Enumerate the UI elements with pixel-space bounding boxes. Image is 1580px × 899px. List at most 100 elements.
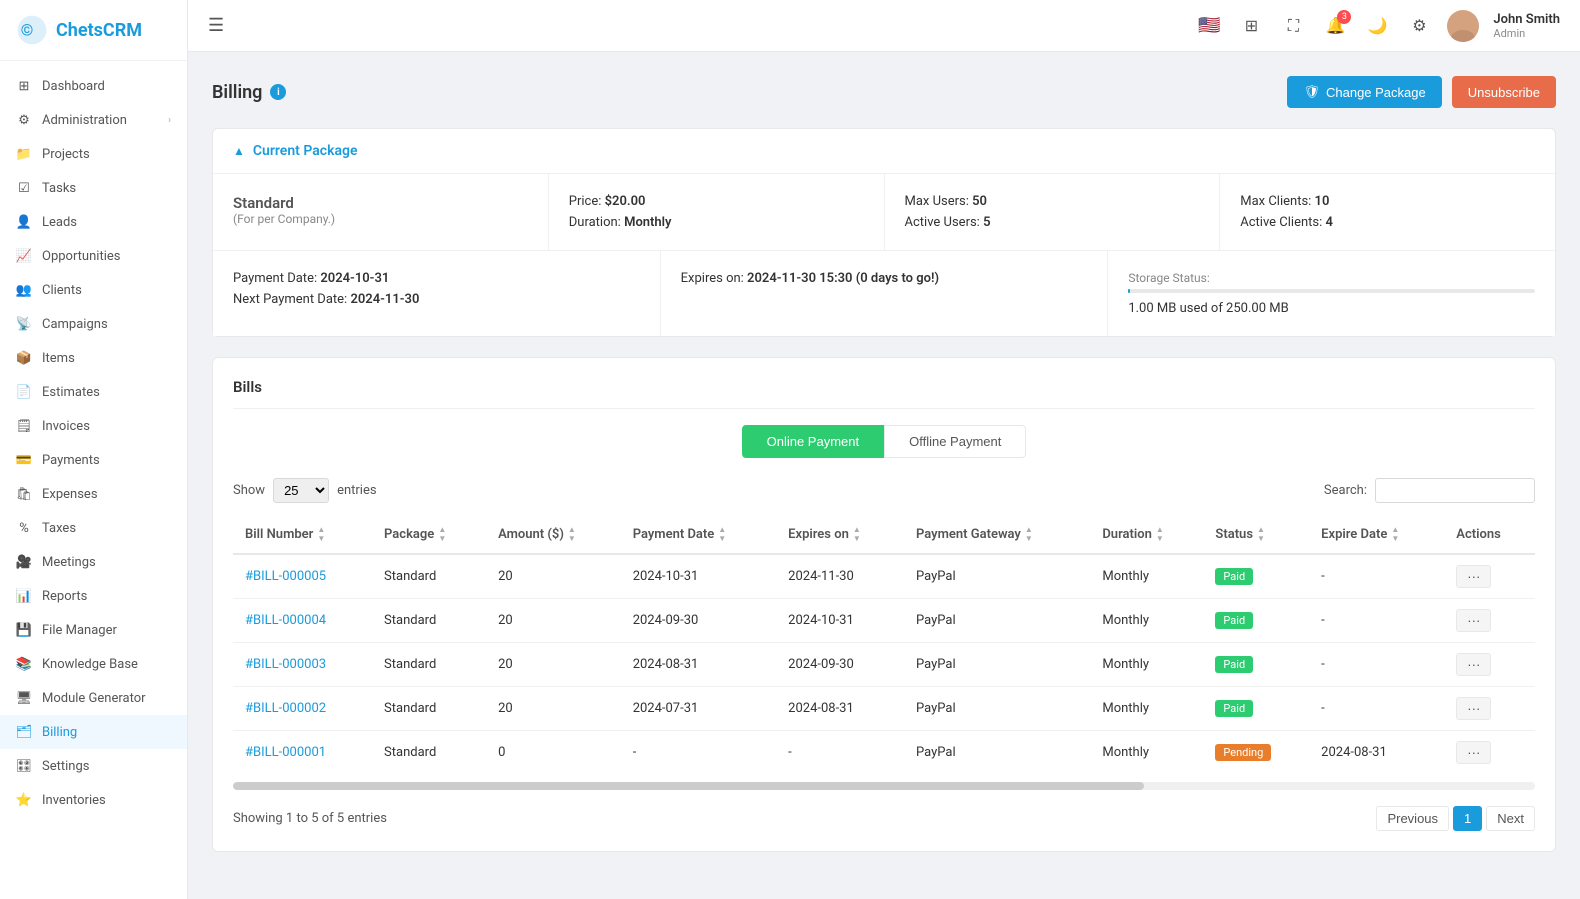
table-header: Bill Number▲▼ Package▲▼ Amount ($)▲▼ Pay… bbox=[233, 515, 1535, 554]
bill-link[interactable]: #BILL-000004 bbox=[245, 613, 326, 628]
cell-bill-number: #BILL-000002 bbox=[233, 687, 372, 731]
campaigns-icon: 📡 bbox=[16, 316, 32, 332]
cell-status: Paid bbox=[1203, 643, 1309, 687]
sidebar-item-payments[interactable]: 💳 Payments bbox=[0, 443, 187, 477]
sidebar-item-leads[interactable]: 👤 Leads bbox=[0, 205, 187, 239]
sidebar-item-taxes[interactable]: % Taxes bbox=[0, 511, 187, 545]
sidebar-item-dashboard[interactable]: ⊞ Dashboard bbox=[0, 69, 187, 103]
unsubscribe-button[interactable]: Unsubscribe bbox=[1452, 76, 1556, 108]
page-header: Billing i 🛡 Change Package Unsubscribe bbox=[212, 76, 1556, 108]
offline-payment-tab[interactable]: Offline Payment bbox=[884, 425, 1026, 458]
sidebar-item-invoices[interactable]: 🗒 Invoices bbox=[0, 409, 187, 443]
active-clients-num: 4 bbox=[1325, 215, 1332, 230]
cell-duration: Monthly bbox=[1090, 599, 1203, 643]
page-1-button[interactable]: 1 bbox=[1453, 806, 1482, 831]
header-left: ☰ bbox=[208, 15, 1183, 36]
cell-expires-on: 2024-10-31 bbox=[776, 599, 904, 643]
cell-payment-date: 2024-10-31 bbox=[621, 554, 776, 599]
entries-select[interactable]: 25 50 100 bbox=[273, 478, 329, 503]
sidebar-item-reports[interactable]: 📊 Reports bbox=[0, 579, 187, 613]
sidebar-label-tasks: Tasks bbox=[42, 181, 171, 196]
col-package: Package▲▼ bbox=[372, 515, 486, 554]
sidebar-item-projects[interactable]: 📁 Projects bbox=[0, 137, 187, 171]
active-users-value: Active Users: 5 bbox=[905, 215, 1200, 230]
col-amount: Amount ($)▲▼ bbox=[486, 515, 621, 554]
sidebar-item-items[interactable]: 📦 Items bbox=[0, 341, 187, 375]
sidebar-item-knowledge-base[interactable]: 📚 Knowledge Base bbox=[0, 647, 187, 681]
payment-date-cell: Payment Date: 2024-10-31 Next Payment Da… bbox=[213, 251, 660, 336]
notification-icon[interactable]: 🔔 3 bbox=[1321, 12, 1349, 40]
sidebar-item-estimates[interactable]: 📄 Estimates bbox=[0, 375, 187, 409]
bill-link[interactable]: #BILL-000005 bbox=[245, 569, 326, 584]
clients-cell: Max Clients: 10 Active Clients: 4 bbox=[1220, 174, 1555, 250]
table-row: #BILL-000003 Standard 20 2024-08-31 2024… bbox=[233, 643, 1535, 687]
items-icon: 📦 bbox=[16, 350, 32, 366]
table-footer: Showing 1 to 5 of 5 entries Previous 1 N… bbox=[233, 806, 1535, 831]
inventories-icon: ⭐ bbox=[16, 792, 32, 808]
sidebar-nav: ⊞ Dashboard ⚙ Administration › 📁 Project… bbox=[0, 61, 187, 899]
sidebar-item-administration[interactable]: ⚙ Administration › bbox=[0, 103, 187, 137]
showing-text: Showing 1 to 5 of 5 entries bbox=[233, 811, 387, 826]
cell-actions: ··· bbox=[1444, 643, 1535, 687]
search-input[interactable] bbox=[1375, 478, 1535, 503]
storage-bar bbox=[1128, 289, 1535, 293]
scroll-thumb bbox=[233, 782, 1144, 790]
table-row: #BILL-000004 Standard 20 2024-09-30 2024… bbox=[233, 599, 1535, 643]
change-package-label: Change Package bbox=[1326, 85, 1426, 100]
cell-package: Standard bbox=[372, 599, 486, 643]
sidebar-label-meetings: Meetings bbox=[42, 555, 171, 570]
action-button[interactable]: ··· bbox=[1456, 697, 1491, 720]
fullscreen-icon[interactable]: ⛶ bbox=[1279, 12, 1307, 40]
cell-gateway: PayPal bbox=[904, 731, 1090, 775]
next-button[interactable]: Next bbox=[1486, 806, 1535, 831]
col-actions: Actions bbox=[1444, 515, 1535, 554]
prev-button[interactable]: Previous bbox=[1376, 806, 1449, 831]
settings-icon[interactable]: ⚙ bbox=[1405, 12, 1433, 40]
sidebar-item-settings[interactable]: 🎛 Settings bbox=[0, 749, 187, 783]
online-payment-tab[interactable]: Online Payment bbox=[742, 425, 885, 458]
duration-label: Duration: bbox=[569, 215, 621, 230]
current-package-header[interactable]: ▲ Current Package bbox=[213, 129, 1555, 174]
bills-title: Bills bbox=[233, 378, 1535, 409]
change-package-button[interactable]: 🛡 Change Package bbox=[1287, 76, 1441, 108]
user-name: John Smith bbox=[1493, 12, 1560, 27]
max-users-num: 50 bbox=[972, 194, 987, 209]
billing-info-icon[interactable]: i bbox=[270, 84, 286, 100]
action-button[interactable]: ··· bbox=[1456, 565, 1491, 588]
bill-link[interactable]: #BILL-000001 bbox=[245, 745, 326, 760]
action-button[interactable]: ··· bbox=[1456, 653, 1491, 676]
bill-link[interactable]: #BILL-000002 bbox=[245, 701, 326, 716]
col-status: Status▲▼ bbox=[1203, 515, 1309, 554]
payment-tabs: Online Payment Offline Payment bbox=[233, 425, 1535, 458]
hamburger-icon[interactable]: ☰ bbox=[208, 15, 224, 36]
action-button[interactable]: ··· bbox=[1456, 741, 1491, 764]
sidebar-item-clients[interactable]: 👥 Clients bbox=[0, 273, 187, 307]
payment-date-value: Payment Date: 2024-10-31 bbox=[233, 271, 640, 286]
tasks-icon: ☑ bbox=[16, 180, 32, 196]
sidebar-item-meetings[interactable]: 🎥 Meetings bbox=[0, 545, 187, 579]
sidebar-item-inventories[interactable]: ⭐ Inventories bbox=[0, 783, 187, 817]
bills-table: Bill Number▲▼ Package▲▼ Amount ($)▲▼ Pay… bbox=[233, 515, 1535, 774]
sidebar-item-module-generator[interactable]: 🖥 Module Generator bbox=[0, 681, 187, 715]
action-button[interactable]: ··· bbox=[1456, 609, 1491, 632]
sidebar-item-campaigns[interactable]: 📡 Campaigns bbox=[0, 307, 187, 341]
theme-icon[interactable]: 🌙 bbox=[1363, 12, 1391, 40]
user-info: John Smith Admin bbox=[1493, 12, 1560, 40]
bill-link[interactable]: #BILL-000003 bbox=[245, 657, 326, 672]
cell-actions: ··· bbox=[1444, 599, 1535, 643]
sidebar-item-tasks[interactable]: ☑ Tasks bbox=[0, 171, 187, 205]
sidebar-item-billing[interactable]: 🗂 Billing bbox=[0, 715, 187, 749]
sidebar-item-opportunities[interactable]: 📈 Opportunities bbox=[0, 239, 187, 273]
cell-payment-date: 2024-09-30 bbox=[621, 599, 776, 643]
cell-gateway: PayPal bbox=[904, 687, 1090, 731]
meetings-icon: 🎥 bbox=[16, 554, 32, 570]
administration-icon: ⚙ bbox=[16, 112, 32, 128]
sidebar-item-expenses[interactable]: 🛍 Expenses bbox=[0, 477, 187, 511]
cell-gateway: PayPal bbox=[904, 643, 1090, 687]
grid-icon[interactable]: ⊞ bbox=[1237, 12, 1265, 40]
flag-icon[interactable]: 🇺🇸 bbox=[1195, 12, 1223, 40]
col-payment-date: Payment Date▲▼ bbox=[621, 515, 776, 554]
payments-icon: 💳 bbox=[16, 452, 32, 468]
sidebar-item-file-manager[interactable]: 💾 File Manager bbox=[0, 613, 187, 647]
cell-payment-date: 2024-08-31 bbox=[621, 643, 776, 687]
